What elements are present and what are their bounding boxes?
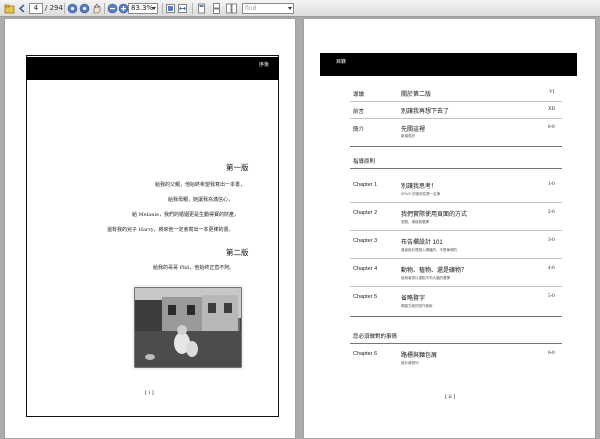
chevron-down-icon: [288, 7, 292, 10]
dedication-heading: 第一版: [226, 163, 249, 172]
first-page-icon[interactable]: [67, 3, 78, 14]
hand-tool-icon[interactable]: [91, 3, 102, 14]
page-number: [ i ]: [145, 390, 154, 396]
toc-page-number: 4-0: [548, 266, 555, 271]
toc-subtitle: 網頁文案的寫作藝術: [401, 304, 433, 308]
toc-title[interactable]: 別讓我思考！: [401, 181, 437, 190]
dedication-line: 給我母親，她讓我充滿信心，: [168, 197, 234, 203]
continuous-page-icon[interactable]: [211, 3, 222, 14]
toc-page-number: 1-0: [548, 182, 555, 187]
toc-section-heading: 指導原則: [353, 159, 376, 165]
toc-subtitle: 頁面設計是融入傳播的，不是單調的: [401, 248, 457, 252]
toc-page-number: XII: [548, 107, 555, 112]
dedication-line: 給 Melanie，我們的婚姻更是生動得寶的財產，: [132, 212, 240, 218]
prev-page-icon[interactable]: [17, 3, 28, 14]
fit-page-icon[interactable]: [165, 3, 176, 14]
toc-subtitle: KRUG 的使用性第一定律: [401, 192, 441, 196]
toc-subtitle: 新增表訳: [401, 134, 415, 138]
last-page-icon[interactable]: [79, 3, 90, 14]
toc-page-number: VI: [549, 90, 555, 95]
right-page: 目錄 導讀 關於第二版 VI 前言 別讓我再想下去了 XII 簡介 先關這裡 新…: [304, 19, 595, 438]
two-page-icon[interactable]: [226, 3, 237, 14]
toc-chapter-label: Chapter 2: [353, 210, 378, 216]
open-file-icon[interactable]: [4, 3, 15, 14]
dedication-line: 給我的父親，他始終希望我寫出一本書，: [155, 182, 246, 188]
toc-title[interactable]: 路標與麵包屑: [401, 350, 437, 359]
toc-chapter-label: Chapter 1: [353, 182, 378, 188]
toc-subtitle: 設計導覽列: [401, 361, 419, 365]
dedication-heading: 第二版: [226, 248, 249, 257]
dedication-line: 還有我的兒子 Harry，將來他一定會寫出一本更棒的書。: [107, 227, 234, 233]
toc-subtitle: 瀏覽、滿就與選擇: [401, 220, 429, 224]
single-page-icon[interactable]: [196, 3, 207, 14]
zoom-value: 83.3%: [131, 4, 154, 12]
toc-page-number: 2-0: [548, 210, 555, 215]
page-number: [ ii ]: [445, 394, 456, 400]
toc-subtitle: 使用者很以重點不同大腦的選擇: [401, 276, 450, 280]
chevron-down-icon: [152, 7, 156, 10]
page-header-band: 目錄: [320, 53, 577, 76]
toc-page-number: 3-0: [548, 238, 555, 243]
toc-label: 前言: [353, 109, 365, 115]
toc-page-number: 5-0: [548, 294, 555, 299]
left-page: 序後 第一版 給我的父親，他始終希望我寫出一本書， 給我母親，她讓我充滿信心， …: [5, 19, 295, 438]
page-number-input[interactable]: 4: [29, 3, 43, 14]
dedication-line: 給我的哥哥 Phil，他始終正直不阿。: [153, 265, 235, 271]
toc-label: 簡介: [353, 127, 365, 133]
toc-title[interactable]: 動物、植物、還是礦物？: [401, 265, 467, 274]
page-total-label: / 294: [45, 4, 63, 12]
header-label: 目錄: [336, 59, 347, 65]
toc-title[interactable]: 布告欄設計 101: [401, 237, 443, 246]
find-input[interactable]: find: [242, 3, 294, 14]
toc-title[interactable]: 關於第二版: [401, 89, 431, 98]
toc-page-number: 0-0: [548, 125, 555, 130]
find-placeholder: find: [245, 5, 257, 12]
toc-title[interactable]: 我們實際使用頁面的方式: [401, 209, 467, 218]
viewer-toolbar: 4 / 294 83.3% find: [0, 0, 600, 17]
fit-width-icon[interactable]: [177, 3, 188, 14]
zoom-out-icon[interactable]: [107, 3, 118, 14]
toc-page-number: 6-0: [548, 351, 555, 356]
toc-title[interactable]: 先關這裡: [401, 124, 425, 133]
toc-label: 導讀: [353, 92, 365, 98]
header-label: 序後: [258, 62, 269, 68]
zoom-select[interactable]: 83.3%: [128, 3, 158, 14]
page-header-band: 序後: [26, 57, 279, 80]
toc-chapter-label: Chapter 6: [353, 351, 378, 357]
toc-chapter-label: Chapter 4: [353, 266, 378, 272]
toc-chapter-label: Chapter 3: [353, 238, 378, 244]
family-photo: [132, 285, 244, 370]
toc-section-heading: 您必須做對的事情: [353, 334, 398, 340]
toc-title[interactable]: 別讓我再想下去了: [401, 106, 449, 115]
toc-title[interactable]: 省略贅字: [401, 293, 425, 302]
toc-chapter-label: Chapter 5: [353, 294, 378, 300]
